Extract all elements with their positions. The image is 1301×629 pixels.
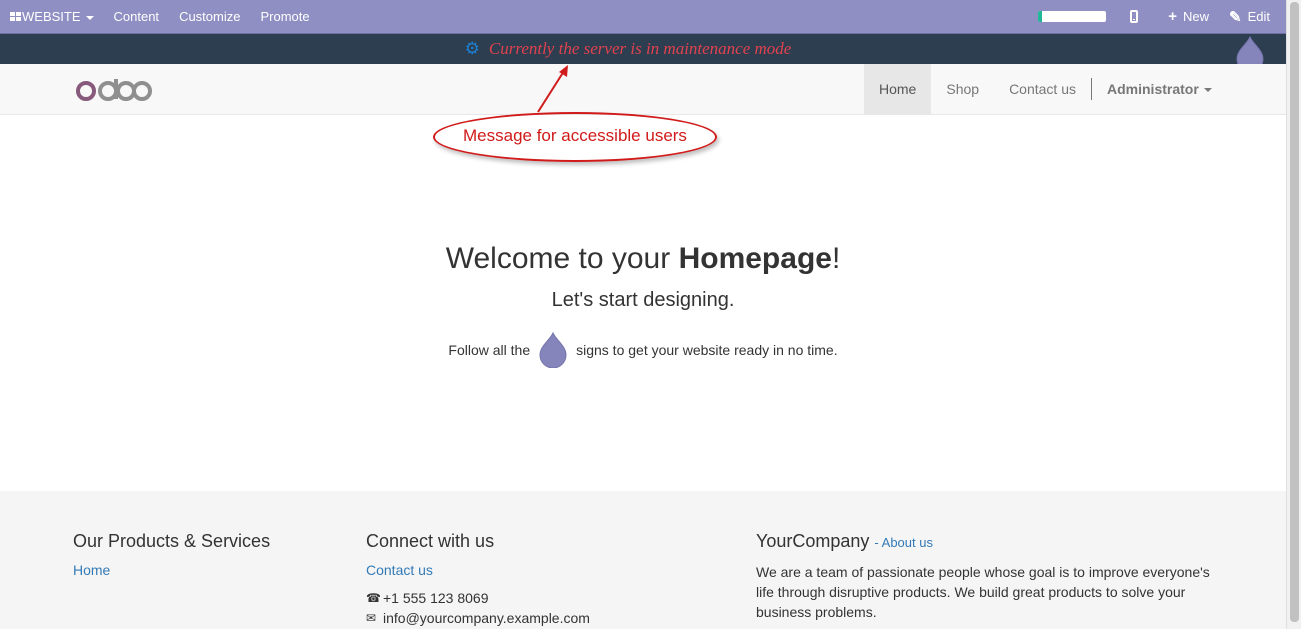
progress-fill [1038,11,1042,22]
apps-grid-icon [10,12,21,21]
website-menu-label: WEBSITE [22,9,81,24]
customize-menu[interactable]: Customize [169,0,250,33]
seo-progress-bar[interactable] [1038,11,1107,22]
nav-contact-us[interactable]: Contact us [994,64,1091,114]
edit-label: Edit [1247,9,1270,24]
website-menu-button[interactable]: WEBSITE [0,0,104,33]
caret-down-icon [1203,88,1212,92]
website-admin-bar: WEBSITE Content Customize Promote + New … [0,0,1286,34]
footer-products-title: Our Products & Services [73,531,271,551]
welcome-subtitle: Let's start designing. [551,289,735,311]
footer-home-link[interactable]: Home [73,562,110,578]
edit-button[interactable]: ✎ Edit [1219,0,1286,33]
maintenance-message: Currently the server is in maintenance m… [488,39,792,58]
page-scrollbar[interactable] [1286,0,1301,629]
promote-menu[interactable]: Promote [250,0,319,33]
footer-company-title: YourCompany [756,531,870,551]
caret-down-icon [85,15,94,20]
user-menu-dropdown[interactable]: Administrator [1092,64,1227,114]
envelope-icon: ✉ [366,611,377,625]
annotation-text: Message for accessible users [463,126,687,145]
footer-company-description: We are a team of passionate people whose… [756,564,1210,620]
annotation-arrow [537,65,568,113]
follow-before-text: Follow all the [448,342,531,358]
email-address[interactable]: info@yourcompany.example.com [383,610,590,626]
phone-icon: ☎ [366,591,381,605]
cogs-icon: ⚙ [464,39,480,58]
welcome-title-bold: Homepage [678,242,832,275]
content-menu[interactable]: Content [104,0,170,33]
maintenance-banner: ⚙ Currently the server is in maintenance… [0,34,1286,64]
scrollbar-thumb[interactable] [1290,2,1299,622]
site-footer: Our Products & Services Home Connect wit… [0,491,1286,629]
footer-connect-column: Connect with us Contact us ☎ +1 555 123 … [366,531,590,626]
footer-email: ✉ info@yourcompany.example.com [366,610,590,626]
welcome-title-prefix: Welcome to your [445,242,679,275]
footer-about-link[interactable]: - About us [874,535,933,550]
pencil-icon: ✎ [1229,8,1242,26]
nav-shop[interactable]: Shop [931,64,994,114]
welcome-instructions: Follow all the signs to get your website… [0,332,1286,368]
site-navbar: Home Shop Contact us Administrator [0,64,1286,115]
nav-home[interactable]: Home [864,64,932,114]
plus-icon: + [1168,8,1177,25]
follow-after-text: signs to get your website ready in no ti… [576,342,838,358]
welcome-title: Welcome to your Homepage! [0,242,1286,276]
odoo-logo[interactable] [76,77,152,101]
user-name: Administrator [1107,81,1199,97]
footer-phone: ☎ +1 555 123 8069 [366,590,590,606]
new-button[interactable]: + New [1158,0,1219,33]
phone-number: +1 555 123 8069 [383,590,489,606]
mobile-preview-icon[interactable] [1130,10,1139,23]
footer-connect-title: Connect with us [366,531,495,551]
welcome-title-suffix: ! [831,242,841,275]
new-label: New [1183,9,1210,24]
footer-contact-link[interactable]: Contact us [366,562,433,578]
footer-company-column: YourCompany - About us We are a team of … [756,531,1226,622]
main-nav: Home Shop Contact us Administrator [864,64,1227,114]
footer-products-column: Our Products & Services Home [73,531,270,580]
drop-hint-icon [539,332,567,368]
